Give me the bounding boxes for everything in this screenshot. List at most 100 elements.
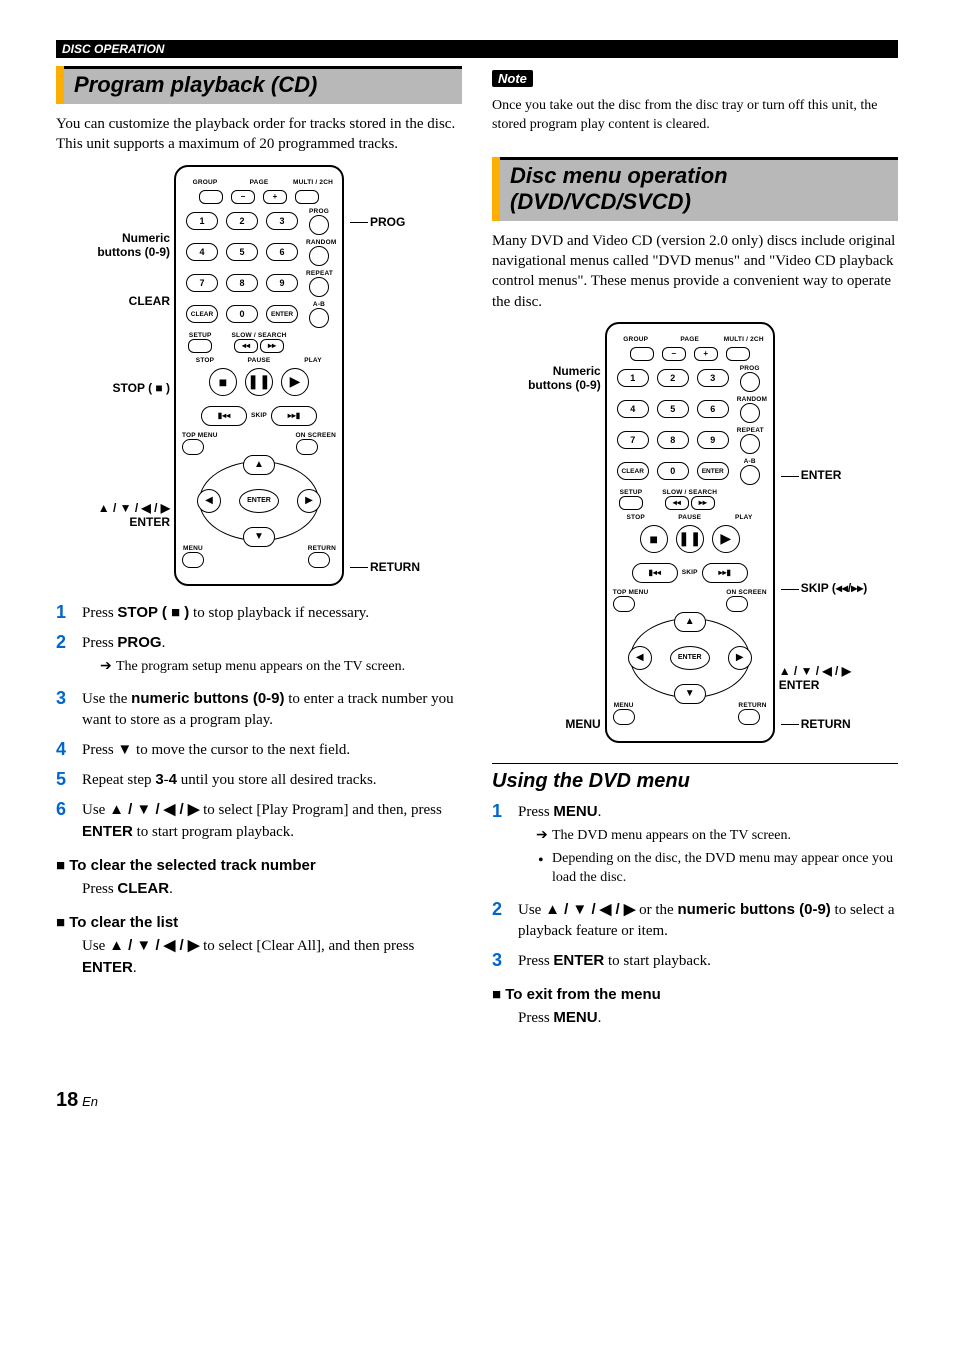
r2-num-8-button[interactable]: 8 <box>657 431 689 449</box>
skip-next-button[interactable]: ▸▸▮ <box>271 406 317 426</box>
r2-ab-button[interactable] <box>740 465 760 485</box>
r2-dpad-left-button[interactable]: ◀ <box>628 646 652 670</box>
r2-page-minus-button[interactable]: − <box>662 347 686 361</box>
r2-skip-prev-button[interactable]: ▮◂◂ <box>632 563 678 583</box>
tiny-onscreen: ON SCREEN <box>296 432 336 439</box>
num-4-button[interactable]: 4 <box>186 243 218 261</box>
r2-slow-fwd-button[interactable]: ▸▸ <box>691 496 715 510</box>
clear-track-body: Press CLEAR. <box>82 878 462 900</box>
num-2-button[interactable]: 2 <box>226 212 258 230</box>
dpad: ▲ ▼ ◀ ▶ ENTER <box>199 461 319 541</box>
repeat-button[interactable] <box>309 277 329 297</box>
r2-num-2-button[interactable]: 2 <box>657 369 689 387</box>
dpad-right-button[interactable]: ▶ <box>297 489 321 513</box>
r2-skip-next-button[interactable]: ▸▸▮ <box>702 563 748 583</box>
play-button[interactable]: ▶ <box>281 368 309 396</box>
dpad-left-button[interactable]: ◀ <box>197 489 221 513</box>
setup-button[interactable] <box>188 339 212 353</box>
remote2-left-callouts: Numeric buttons (0-9) MENU <box>519 322 605 743</box>
page-footer: 18 En <box>56 1089 898 1112</box>
r2-num-3-button[interactable]: 3 <box>697 369 729 387</box>
clear-list-body: Use ▲ / ▼ / ◀ / ▶ to select [Clear All],… <box>82 935 462 979</box>
num-0-button[interactable]: 0 <box>226 305 258 323</box>
callout-stop: STOP ( ■ ) <box>92 381 170 395</box>
r2-num-9-button[interactable]: 9 <box>697 431 729 449</box>
group-button[interactable] <box>199 190 223 204</box>
r2-num-5-button[interactable]: 5 <box>657 400 689 418</box>
remote-diagram-1: Numeric buttons (0-9) CLEAR STOP ( ■ ) ▲… <box>56 165 462 586</box>
page-plus-button[interactable]: + <box>263 190 287 204</box>
r2-num-0-button[interactable]: 0 <box>657 462 689 480</box>
left-column: Program playback (CD) You can customize … <box>56 66 462 1029</box>
r2-top-menu-button[interactable] <box>613 596 635 612</box>
multi-button[interactable] <box>295 190 319 204</box>
r2-play-button[interactable]: ▶ <box>712 525 740 553</box>
tiny-setup: SETUP <box>182 332 219 339</box>
on-screen-button[interactable] <box>296 439 318 455</box>
r2-dpad: ▲ ▼ ◀ ▶ ENTER <box>630 618 750 698</box>
r2-dpad-down-button[interactable]: ▼ <box>674 684 706 704</box>
r2-num-4-button[interactable]: 4 <box>617 400 649 418</box>
step-3: Use the numeric buttons (0-9) to enter a… <box>56 688 462 731</box>
callout2-menu: MENU <box>523 717 601 731</box>
return-button[interactable] <box>308 552 330 568</box>
callout-numeric: Numeric buttons (0-9) <box>92 231 170 259</box>
r2-dpad-right-button[interactable]: ▶ <box>728 646 752 670</box>
num-6-button[interactable]: 6 <box>266 243 298 261</box>
r2-group-button[interactable] <box>630 347 654 361</box>
remote1-body: GROUP PAGE MULTI / 2CH − + 1 <box>174 165 344 586</box>
r2-on-screen-button[interactable] <box>726 596 748 612</box>
slow-rew-button[interactable]: ◂◂ <box>234 339 258 353</box>
num-5-button[interactable]: 5 <box>226 243 258 261</box>
stop-button[interactable]: ■ <box>209 368 237 396</box>
r2-dpad-up-button[interactable]: ▲ <box>674 612 706 632</box>
ab-button[interactable] <box>309 308 329 328</box>
r2-page-plus-button[interactable]: + <box>694 347 718 361</box>
tiny-stop: STOP <box>182 357 228 364</box>
num-3-button[interactable]: 3 <box>266 212 298 230</box>
page-minus-button[interactable]: − <box>231 190 255 204</box>
dpad-arrows-glyph: ▲ / ▼ / ◀ / ▶ <box>109 801 199 818</box>
r2-setup-button[interactable] <box>619 496 643 510</box>
down-arrow-glyph: ▼ <box>117 741 132 758</box>
num-9-button[interactable]: 9 <box>266 274 298 292</box>
r2-clear-button[interactable]: CLEAR <box>617 462 649 480</box>
r2-repeat-button[interactable] <box>740 434 760 454</box>
menu-button[interactable] <box>182 552 204 568</box>
slow-fwd-button[interactable]: ▸▸ <box>260 339 284 353</box>
remote1-left-callouts: Numeric buttons (0-9) CLEAR STOP ( ■ ) ▲… <box>88 165 174 586</box>
tiny-topmenu: TOP MENU <box>182 432 218 439</box>
random-button[interactable] <box>309 246 329 266</box>
remote2-body: GROUP PAGE MULTI / 2CH − + 1 2 <box>605 322 775 743</box>
dpad-enter-button[interactable]: ENTER <box>239 489 279 513</box>
num-1-button[interactable]: 1 <box>186 212 218 230</box>
r2-random-button[interactable] <box>740 403 760 423</box>
num-7-button[interactable]: 7 <box>186 274 218 292</box>
step-4: Press ▼ to move the cursor to the next f… <box>56 739 462 761</box>
num-8-button[interactable]: 8 <box>226 274 258 292</box>
r2-multi-button[interactable] <box>726 347 750 361</box>
dpad-up-button[interactable]: ▲ <box>243 455 275 475</box>
pause-button[interactable]: ❚❚ <box>245 368 273 396</box>
r2-return-button[interactable] <box>738 709 760 725</box>
top-menu-button[interactable] <box>182 439 204 455</box>
r2-dpad-enter-button[interactable]: ENTER <box>670 646 710 670</box>
enter-small-button[interactable]: ENTER <box>266 305 298 323</box>
callout2-return: RETURN <box>779 717 868 731</box>
clear-button[interactable]: CLEAR <box>186 305 218 323</box>
exit-menu-body: Press MENU. <box>518 1007 898 1029</box>
r2-num-1-button[interactable]: 1 <box>617 369 649 387</box>
r2-enter-small-button[interactable]: ENTER <box>697 462 729 480</box>
r2-stop-button[interactable]: ■ <box>640 525 668 553</box>
r2-pause-button[interactable]: ❚❚ <box>676 525 704 553</box>
r2-num-7-button[interactable]: 7 <box>617 431 649 449</box>
prog-button[interactable] <box>309 215 329 235</box>
skip-prev-button[interactable]: ▮◂◂ <box>201 406 247 426</box>
program-playback-steps: Press STOP ( ■ ) to stop playback if nec… <box>56 602 462 844</box>
callout-dpad-enter: ▲ / ▼ / ◀ / ▶ ENTER <box>92 501 170 529</box>
r2-slow-rew-button[interactable]: ◂◂ <box>665 496 689 510</box>
r2-menu-button[interactable] <box>613 709 635 725</box>
r2-num-6-button[interactable]: 6 <box>697 400 729 418</box>
r2-prog-button[interactable] <box>740 372 760 392</box>
dpad-down-button[interactable]: ▼ <box>243 527 275 547</box>
